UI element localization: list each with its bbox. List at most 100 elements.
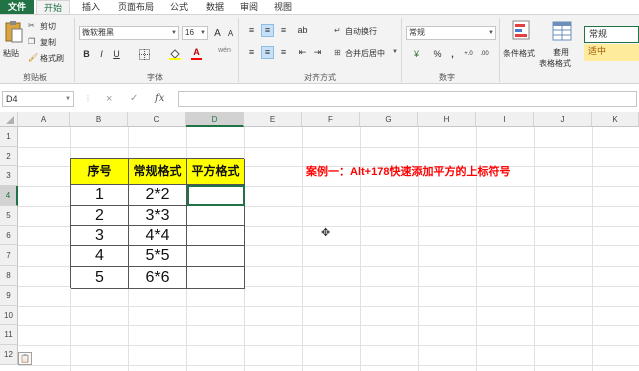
copy-icon: ❐ (28, 37, 36, 46)
phonetic-icon: wén (218, 47, 231, 54)
table-cell[interactable]: 5 (71, 267, 129, 289)
row-header-3[interactable]: 3 (0, 166, 18, 186)
comma-button[interactable]: , (446, 48, 459, 61)
table-cell[interactable] (187, 246, 245, 267)
table-cell[interactable]: 2 (71, 206, 129, 226)
formula-input[interactable] (178, 91, 637, 107)
tab-review[interactable]: 审阅 (234, 0, 264, 14)
enter-icon[interactable]: ✓ (130, 93, 138, 104)
number-format-dropdown[interactable]: 常规 ▼ (406, 26, 496, 40)
worksheet-grid[interactable]: A B C D E F G H I J K 1 2 3 4 5 6 7 8 9 … (0, 112, 639, 371)
row-header-11[interactable]: 11 (0, 325, 18, 345)
table-cell[interactable]: 3*3 (129, 206, 187, 226)
shrink-font-button[interactable]: A (224, 27, 237, 40)
row-header-9[interactable]: 9 (0, 286, 18, 306)
increase-decimal-button[interactable]: +.0 (462, 48, 475, 61)
gridline (18, 147, 639, 148)
table-header-index[interactable]: 序号 (71, 159, 129, 185)
row-header-5[interactable]: 5 (0, 206, 18, 226)
column-header-e[interactable]: E (244, 112, 302, 127)
column-header-c[interactable]: C (128, 112, 186, 127)
orientation-icon: ab (297, 25, 308, 35)
border-button[interactable] (138, 48, 151, 61)
phonetic-button[interactable]: wén (218, 44, 231, 57)
tab-page-layout[interactable]: 页面布局 (114, 0, 158, 14)
align-bottom-icon: ≡ (280, 25, 287, 35)
percent-button[interactable]: % (431, 48, 444, 61)
tab-view[interactable]: 视图 (268, 0, 298, 14)
column-header-h[interactable]: H (418, 112, 476, 127)
tab-insert[interactable]: 插入 (74, 0, 108, 14)
row-header-1[interactable]: 1 (0, 127, 18, 147)
table-cell[interactable] (187, 206, 245, 226)
table-header-square[interactable]: 平方格式 (187, 159, 245, 185)
chevron-down-icon: ▼ (392, 49, 398, 55)
conditional-formatting-label: 条件格式 (503, 49, 535, 58)
grow-font-button[interactable]: A (211, 27, 224, 40)
font-name-dropdown[interactable]: 微软雅黑 ▼ (79, 26, 179, 40)
cancel-icon[interactable]: × (106, 93, 112, 105)
row-header-8[interactable]: 8 (0, 266, 18, 286)
orientation-button[interactable]: ab (296, 24, 309, 37)
row-header-6[interactable]: 6 (0, 226, 18, 245)
underline-button[interactable]: U (110, 48, 123, 61)
align-bottom-button[interactable]: ≡ (277, 24, 290, 37)
table-cell[interactable]: 5*5 (129, 246, 187, 267)
decrease-indent-button[interactable]: ⇤ (296, 46, 309, 59)
tab-formulas[interactable]: 公式 (164, 0, 194, 14)
table-header-normal[interactable]: 常规格式 (129, 159, 187, 185)
tab-home[interactable]: 开始 (36, 0, 70, 14)
align-center-button[interactable]: ≡ (261, 46, 274, 59)
table-cell[interactable]: 6*6 (129, 267, 187, 289)
column-header-a[interactable]: A (18, 112, 70, 127)
insert-function-icon[interactable]: fx (155, 93, 164, 104)
column-header-g[interactable]: G (360, 112, 418, 127)
column-header-j[interactable]: J (534, 112, 592, 127)
table-cell[interactable] (187, 226, 245, 246)
column-header-b[interactable]: B (70, 112, 128, 127)
conditional-formatting-button[interactable]: 条件格式 (503, 18, 541, 68)
cell-style-neutral[interactable]: 适中 (584, 44, 639, 61)
row-header-2[interactable]: 2 (0, 147, 18, 166)
align-right-button[interactable]: ≡ (277, 46, 290, 59)
paste-button[interactable]: 粘贴 (3, 18, 25, 64)
bold-button[interactable]: B (80, 48, 93, 61)
tab-data[interactable]: 数据 (200, 0, 230, 14)
fill-color-button[interactable] (168, 48, 181, 61)
name-box[interactable]: D4 ▼ (2, 91, 74, 107)
shrink-font-icon: A (227, 29, 234, 38)
table-cell[interactable]: 4 (71, 246, 129, 267)
paste-options-icon[interactable]: 📋 (18, 352, 32, 365)
gridline (18, 345, 639, 346)
comma-icon: , (451, 49, 454, 59)
select-all-corner[interactable] (0, 112, 18, 127)
column-header-f[interactable]: F (302, 112, 360, 127)
table-cell[interactable]: 2*2 (129, 185, 187, 206)
cell-style-normal[interactable]: 常规 (584, 26, 639, 43)
row-header-4[interactable]: 4 (0, 186, 18, 206)
clipboard-icon (5, 21, 23, 43)
align-top-button[interactable]: ≡ (245, 24, 258, 37)
table-cell[interactable] (187, 267, 245, 289)
font-size-dropdown[interactable]: 16 ▼ (182, 26, 208, 40)
column-header-d[interactable]: D (186, 112, 244, 127)
format-as-table-button[interactable]: 套用 表格格式 (539, 18, 579, 68)
font-color-button[interactable]: A (190, 46, 203, 60)
row-header-10[interactable]: 10 (0, 306, 18, 325)
accounting-format-button[interactable]: ¥ (410, 48, 423, 61)
tab-file[interactable]: 文件 (0, 0, 34, 14)
align-middle-button[interactable]: ≡ (261, 24, 274, 37)
row-header-12[interactable]: 12 (0, 345, 18, 365)
column-header-k[interactable]: K (592, 112, 639, 127)
column-header-i[interactable]: I (476, 112, 534, 127)
increase-indent-button[interactable]: ⇥ (311, 46, 324, 59)
table-cell[interactable]: 1 (71, 185, 129, 206)
border-icon (139, 49, 150, 60)
align-left-button[interactable]: ≡ (245, 46, 258, 59)
decrease-decimal-button[interactable]: .00 (478, 48, 491, 61)
row-header-7[interactable]: 7 (0, 245, 18, 266)
table-cell[interactable]: 4*4 (129, 226, 187, 246)
active-cell-d4[interactable] (187, 185, 245, 206)
italic-button[interactable]: I (95, 48, 108, 61)
table-cell[interactable]: 3 (71, 226, 129, 246)
